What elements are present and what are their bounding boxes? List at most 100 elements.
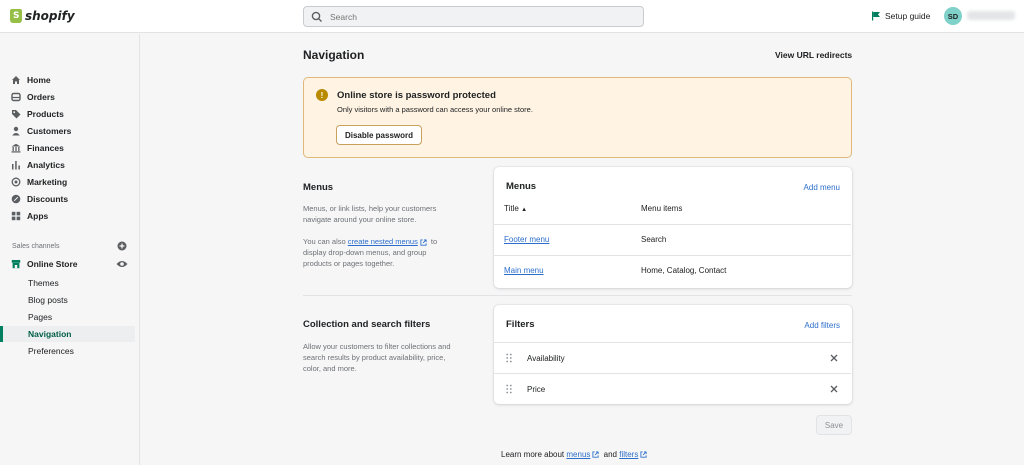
setup-guide-link[interactable]: Setup guide: [871, 11, 930, 21]
search-icon: [311, 11, 322, 22]
external-link-icon: [420, 238, 427, 246]
nested-suffix: to: [430, 237, 438, 246]
filters-card-title: Filters: [506, 319, 535, 330]
title-column-label: Title: [504, 204, 519, 213]
page-title: Navigation: [303, 48, 365, 62]
menus-help-link[interactable]: menus: [566, 450, 590, 459]
nested-menus-line: display drop-down menus, and group: [303, 248, 427, 257]
sales-channels-heading: Sales channels: [12, 243, 60, 250]
eye-icon[interactable]: [116, 259, 128, 269]
add-menu-button[interactable]: Add menu: [804, 183, 840, 192]
online-store-label: Online Store: [27, 259, 78, 269]
sidebar-item-finances[interactable]: Finances: [0, 140, 135, 156]
sidebar-item-home[interactable]: Home: [0, 72, 135, 88]
top-bar: shopify Setup guide SD: [0, 0, 1024, 33]
person-icon: [11, 126, 21, 136]
sidebar-item-online-store[interactable]: Online Store: [0, 256, 135, 272]
shopify-logo[interactable]: shopify: [10, 9, 75, 23]
sidebar-item-label: Finances: [27, 143, 64, 153]
nested-menus-description: You can also create nested menus to disp…: [303, 236, 437, 269]
shopify-bag-icon: [10, 9, 22, 23]
sidebar-item-marketing[interactable]: Marketing: [0, 174, 135, 190]
sidebar-subitem-navigation[interactable]: Navigation: [0, 326, 135, 342]
password-protected-banner: ! Online store is password protected Onl…: [303, 77, 852, 158]
menus-card: Menus Add menu Title ▲ Menu items Footer…: [494, 167, 852, 288]
drag-handle-icon[interactable]: [506, 384, 512, 394]
nested-menus-line: products or pages together.: [303, 259, 395, 268]
menus-section-description: Menus, or link lists, help your customer…: [303, 203, 436, 225]
divider: [494, 342, 851, 343]
menus-card-title: Menus: [506, 181, 537, 192]
divider: [494, 224, 851, 225]
footer-menu-link[interactable]: Footer menu: [504, 235, 549, 244]
blurred-store-name[interactable]: [967, 11, 1015, 20]
learn-more-footer: Learn more about menus and filters: [501, 450, 649, 459]
search-input[interactable]: [330, 11, 630, 22]
store-icon: [11, 259, 21, 269]
external-link-icon: [640, 451, 647, 458]
save-button[interactable]: Save: [816, 415, 852, 435]
sidebar: Home Orders Products Customers Finances …: [0, 34, 140, 465]
warning-icon: !: [316, 89, 328, 101]
nested-menus-line: You can also create nested menus to: [303, 236, 437, 247]
sidebar-item-orders[interactable]: Orders: [0, 89, 135, 105]
filter-availability-label: Availability: [527, 354, 565, 363]
view-url-redirects-button[interactable]: View URL redirects: [775, 50, 852, 60]
filter-price-label: Price: [527, 385, 546, 394]
add-filters-button[interactable]: Add filters: [804, 321, 840, 330]
sidebar-item-label: Products: [27, 109, 64, 119]
sidebar-subitem-blog-posts[interactable]: Blog posts: [0, 292, 135, 308]
menu-items-value: Home, Catalog, Contact: [641, 266, 727, 275]
filters-section-title: Collection and search filters: [303, 319, 431, 330]
sidebar-item-label: Analytics: [27, 160, 65, 170]
sidebar-item-analytics[interactable]: Analytics: [0, 157, 135, 173]
avatar[interactable]: SD: [944, 7, 962, 25]
sidebar-item-label: Orders: [27, 92, 55, 102]
sidebar-item-label: Marketing: [27, 177, 68, 187]
sidebar-item-label: Home: [27, 75, 51, 85]
external-link-icon: [592, 451, 599, 458]
bank-icon: [11, 143, 21, 153]
bar-chart-icon: [11, 160, 21, 170]
sidebar-subitem-themes[interactable]: Themes: [0, 275, 135, 291]
menus-section-title: Menus: [303, 182, 334, 193]
close-icon[interactable]: [830, 385, 838, 393]
plus-circle-icon[interactable]: [117, 241, 127, 251]
filters-desc-line: color, and more.: [303, 364, 357, 373]
sidebar-item-label: Apps: [27, 211, 49, 221]
close-icon[interactable]: [830, 354, 838, 362]
sidebar-item-discounts[interactable]: Discounts: [0, 191, 135, 207]
tag-icon: [11, 109, 21, 119]
menus-desc-line: Menus, or link lists, help your customer…: [303, 204, 437, 213]
logo-text: shopify: [25, 9, 75, 23]
setup-guide-label: Setup guide: [885, 11, 931, 21]
menu-items-column-header: Menu items: [641, 204, 683, 213]
sidebar-item-apps[interactable]: Apps: [0, 208, 135, 224]
menus-desc-line: navigate around your online store.: [303, 215, 417, 224]
banner-text: Only visitors with a password can access…: [337, 105, 533, 114]
apps-icon: [11, 211, 21, 221]
home-icon: [11, 75, 21, 85]
sidebar-subitem-pages[interactable]: Pages: [0, 309, 135, 325]
learn-prefix: Learn more about: [501, 450, 565, 459]
learn-and: and: [603, 450, 617, 459]
filters-help-link[interactable]: filters: [619, 450, 638, 459]
drag-handle-icon[interactable]: [506, 353, 512, 363]
sidebar-subitem-preferences[interactable]: Preferences: [0, 343, 135, 359]
sidebar-item-customers[interactable]: Customers: [0, 123, 135, 139]
menu-items-value: Search: [641, 235, 667, 244]
discount-icon: [11, 194, 21, 204]
filters-desc-line: Allow your customers to filter collectio…: [303, 342, 451, 351]
flag-icon: [872, 11, 880, 21]
disable-password-button[interactable]: Disable password: [336, 125, 422, 145]
target-icon: [11, 177, 21, 187]
section-divider: [303, 295, 852, 296]
title-column-header[interactable]: Title ▲: [504, 204, 527, 213]
create-nested-menus-link[interactable]: create nested menus: [348, 237, 418, 246]
sidebar-item-products[interactable]: Products: [0, 106, 135, 122]
search-box[interactable]: [303, 6, 644, 27]
sidebar-item-label: Discounts: [27, 194, 69, 204]
nested-prefix: You can also: [303, 237, 346, 246]
main-menu-link[interactable]: Main menu: [504, 266, 544, 275]
sort-ascending-icon: ▲: [521, 207, 528, 213]
